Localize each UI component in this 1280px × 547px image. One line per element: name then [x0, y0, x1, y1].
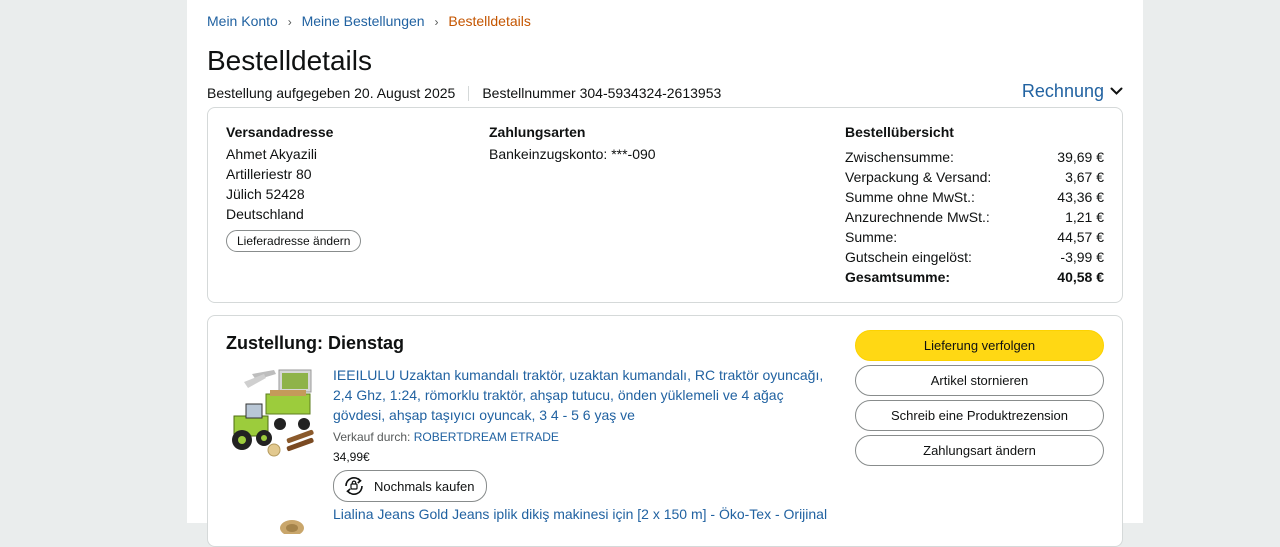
product-title-link-2[interactable]: Lialina Jeans Gold Jeans iplik dikiş mak…: [333, 504, 853, 524]
summary-total-label: Gesamtsumme:: [845, 269, 951, 285]
summary-row: Verpackung & Versand: 3,67 €: [845, 167, 1104, 187]
summary-label: Anzurechnende MwSt.:: [845, 209, 990, 225]
summary-row: Gutschein eingelöst: -3,99 €: [845, 247, 1104, 267]
change-payment-button[interactable]: Zahlungsart ändern: [855, 435, 1104, 466]
payment-heading: Zahlungsarten: [489, 124, 586, 140]
address-name: Ahmet Akyazili: [226, 146, 318, 162]
summary-total-row: Gesamtsumme: 40,58 €: [845, 267, 1104, 287]
delivery-heading: Zustellung: Dienstag: [226, 333, 405, 353]
summary-row: Zwischensumme: 39,69 €: [845, 147, 1104, 167]
breadcrumb-my-orders[interactable]: Meine Bestellungen: [302, 13, 425, 29]
summary-row: Summe: 44,57 €: [845, 227, 1104, 247]
address-street: Artilleriestr 80: [226, 166, 312, 182]
buy-again-icon: [345, 476, 363, 496]
summary-total-value: 40,58 €: [1057, 269, 1104, 285]
summary-value: 43,36 €: [1057, 189, 1104, 205]
order-date: Bestellung aufgegeben 20. August 2025: [207, 85, 456, 101]
summary-label: Summe ohne MwSt.:: [845, 189, 975, 205]
shipping-heading: Versandadresse: [226, 124, 334, 140]
breadcrumb: Mein Konto › Meine Bestellungen › Bestel…: [207, 12, 531, 31]
address-city: Jülich 52428: [226, 186, 305, 202]
summary-value: -3,99 €: [1060, 249, 1104, 265]
summary-label: Verpackung & Versand:: [845, 169, 992, 185]
breadcrumb-my-account[interactable]: Mein Konto: [207, 13, 278, 29]
summary-value: 44,57 €: [1057, 229, 1104, 245]
summary-label: Gutschein eingelöst:: [845, 249, 972, 265]
summary-label: Zwischensumme:: [845, 149, 954, 165]
change-address-button[interactable]: Lieferadresse ändern: [226, 230, 362, 252]
meta-divider: [468, 85, 470, 101]
seller-prefix: Verkauf durch:: [333, 430, 411, 444]
summary-list: Zwischensumme: 39,69 € Verpackung & Vers…: [845, 147, 1104, 287]
order-info-box: Versandadresse Ahmet Akyazili Artillerie…: [207, 107, 1123, 303]
page-title: Bestelldetails: [207, 45, 372, 76]
invoice-dropdown[interactable]: Rechnung: [1022, 79, 1123, 103]
payment-method: Bankeinzugskonto: ***-090: [489, 146, 656, 162]
order-summary-section: Bestellübersicht Zwischensumme: 39,69 € …: [845, 123, 1104, 287]
summary-value: 1,21 €: [1065, 209, 1104, 225]
summary-heading: Bestellübersicht: [845, 124, 954, 140]
write-review-button[interactable]: Schreib eine Produktrezension: [855, 400, 1104, 431]
address-country: Deutschland: [226, 206, 304, 222]
breadcrumb-separator: ›: [434, 15, 439, 29]
invoice-label: Rechnung: [1021, 81, 1104, 101]
order-number: Bestellnummer 304-5934324-2613953: [482, 85, 722, 101]
summary-label: Summe:: [845, 229, 898, 245]
product-price: 34,99€: [333, 450, 370, 464]
seller-info: Verkauf durch: ROBERTDREAM ETRADE: [333, 429, 559, 445]
buy-again-label: Nochmals kaufen: [374, 478, 475, 494]
order-meta: Bestellung aufgegeben 20. August 2025 Be…: [207, 84, 721, 102]
shipping-address-section: Versandadresse Ahmet Akyazili Artillerie…: [226, 123, 362, 252]
product-image-tractor[interactable]: [224, 364, 318, 460]
summary-value: 3,67 €: [1065, 169, 1104, 185]
summary-row: Anzurechnende MwSt.: 1,21 €: [845, 207, 1104, 227]
summary-value: 39,69 €: [1057, 149, 1104, 165]
product-image-thread[interactable]: [248, 514, 308, 534]
cancel-item-button[interactable]: Artikel stornieren: [855, 365, 1104, 396]
delivery-actions: Lieferung verfolgen Artikel stornieren S…: [855, 330, 1104, 470]
product-title-link[interactable]: IEEILULU Uzaktan kumandalı traktör, uzak…: [333, 365, 833, 425]
summary-row: Summe ohne MwSt.: 43,36 €: [845, 187, 1104, 207]
seller-link[interactable]: ROBERTDREAM ETRADE: [414, 430, 559, 444]
delivery-box: Zustellung: Dienstag IEEILULU Uzaktan ku…: [207, 315, 1123, 547]
chevron-down-icon: [1110, 87, 1123, 95]
track-package-button[interactable]: Lieferung verfolgen: [855, 330, 1104, 361]
breadcrumb-separator: ›: [287, 15, 292, 29]
breadcrumb-current: Bestelldetails: [448, 13, 531, 29]
payment-section: Zahlungsarten Bankeinzugskonto: ***-090: [489, 123, 656, 164]
buy-again-button[interactable]: Nochmals kaufen: [333, 470, 488, 502]
address-lines: Ahmet Akyazili Artilleriestr 80 Jülich 5…: [226, 144, 361, 224]
order-details-page: Mein Konto › Meine Bestellungen › Bestel…: [187, 0, 1143, 547]
